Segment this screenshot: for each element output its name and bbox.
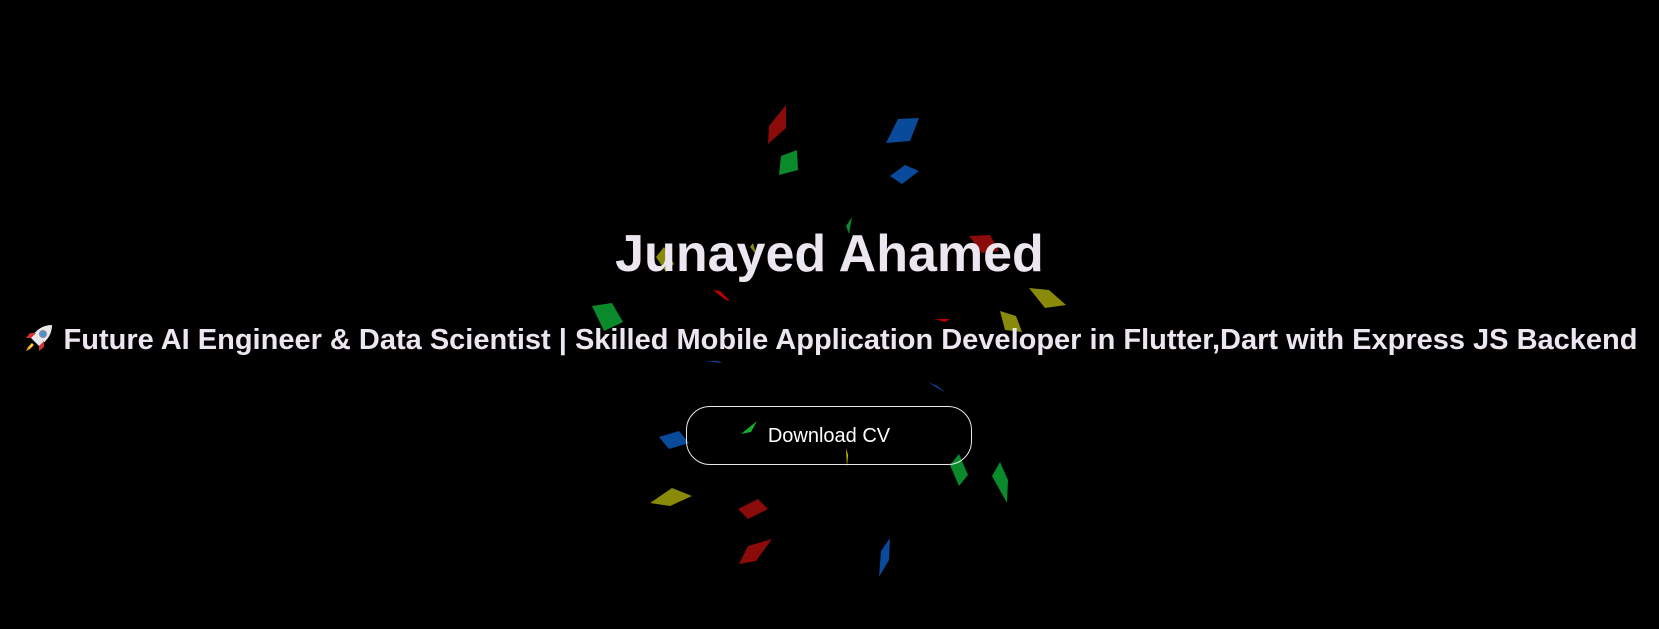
tagline-text: Future AI Engineer & Data Scientist | Sk… [63,324,1638,356]
hero-section: Junayed Ahamed Future AI Engineer & Data… [0,0,1659,629]
hero-tagline: Future AI Engineer & Data Scientist | Sk… [0,320,1659,360]
download-cv-button[interactable]: Download CV [686,406,972,465]
rocket-icon [25,325,52,351]
hero-content: Junayed Ahamed Future AI Engineer & Data… [0,0,1659,629]
hero-name: Junayed Ahamed [615,225,1044,283]
